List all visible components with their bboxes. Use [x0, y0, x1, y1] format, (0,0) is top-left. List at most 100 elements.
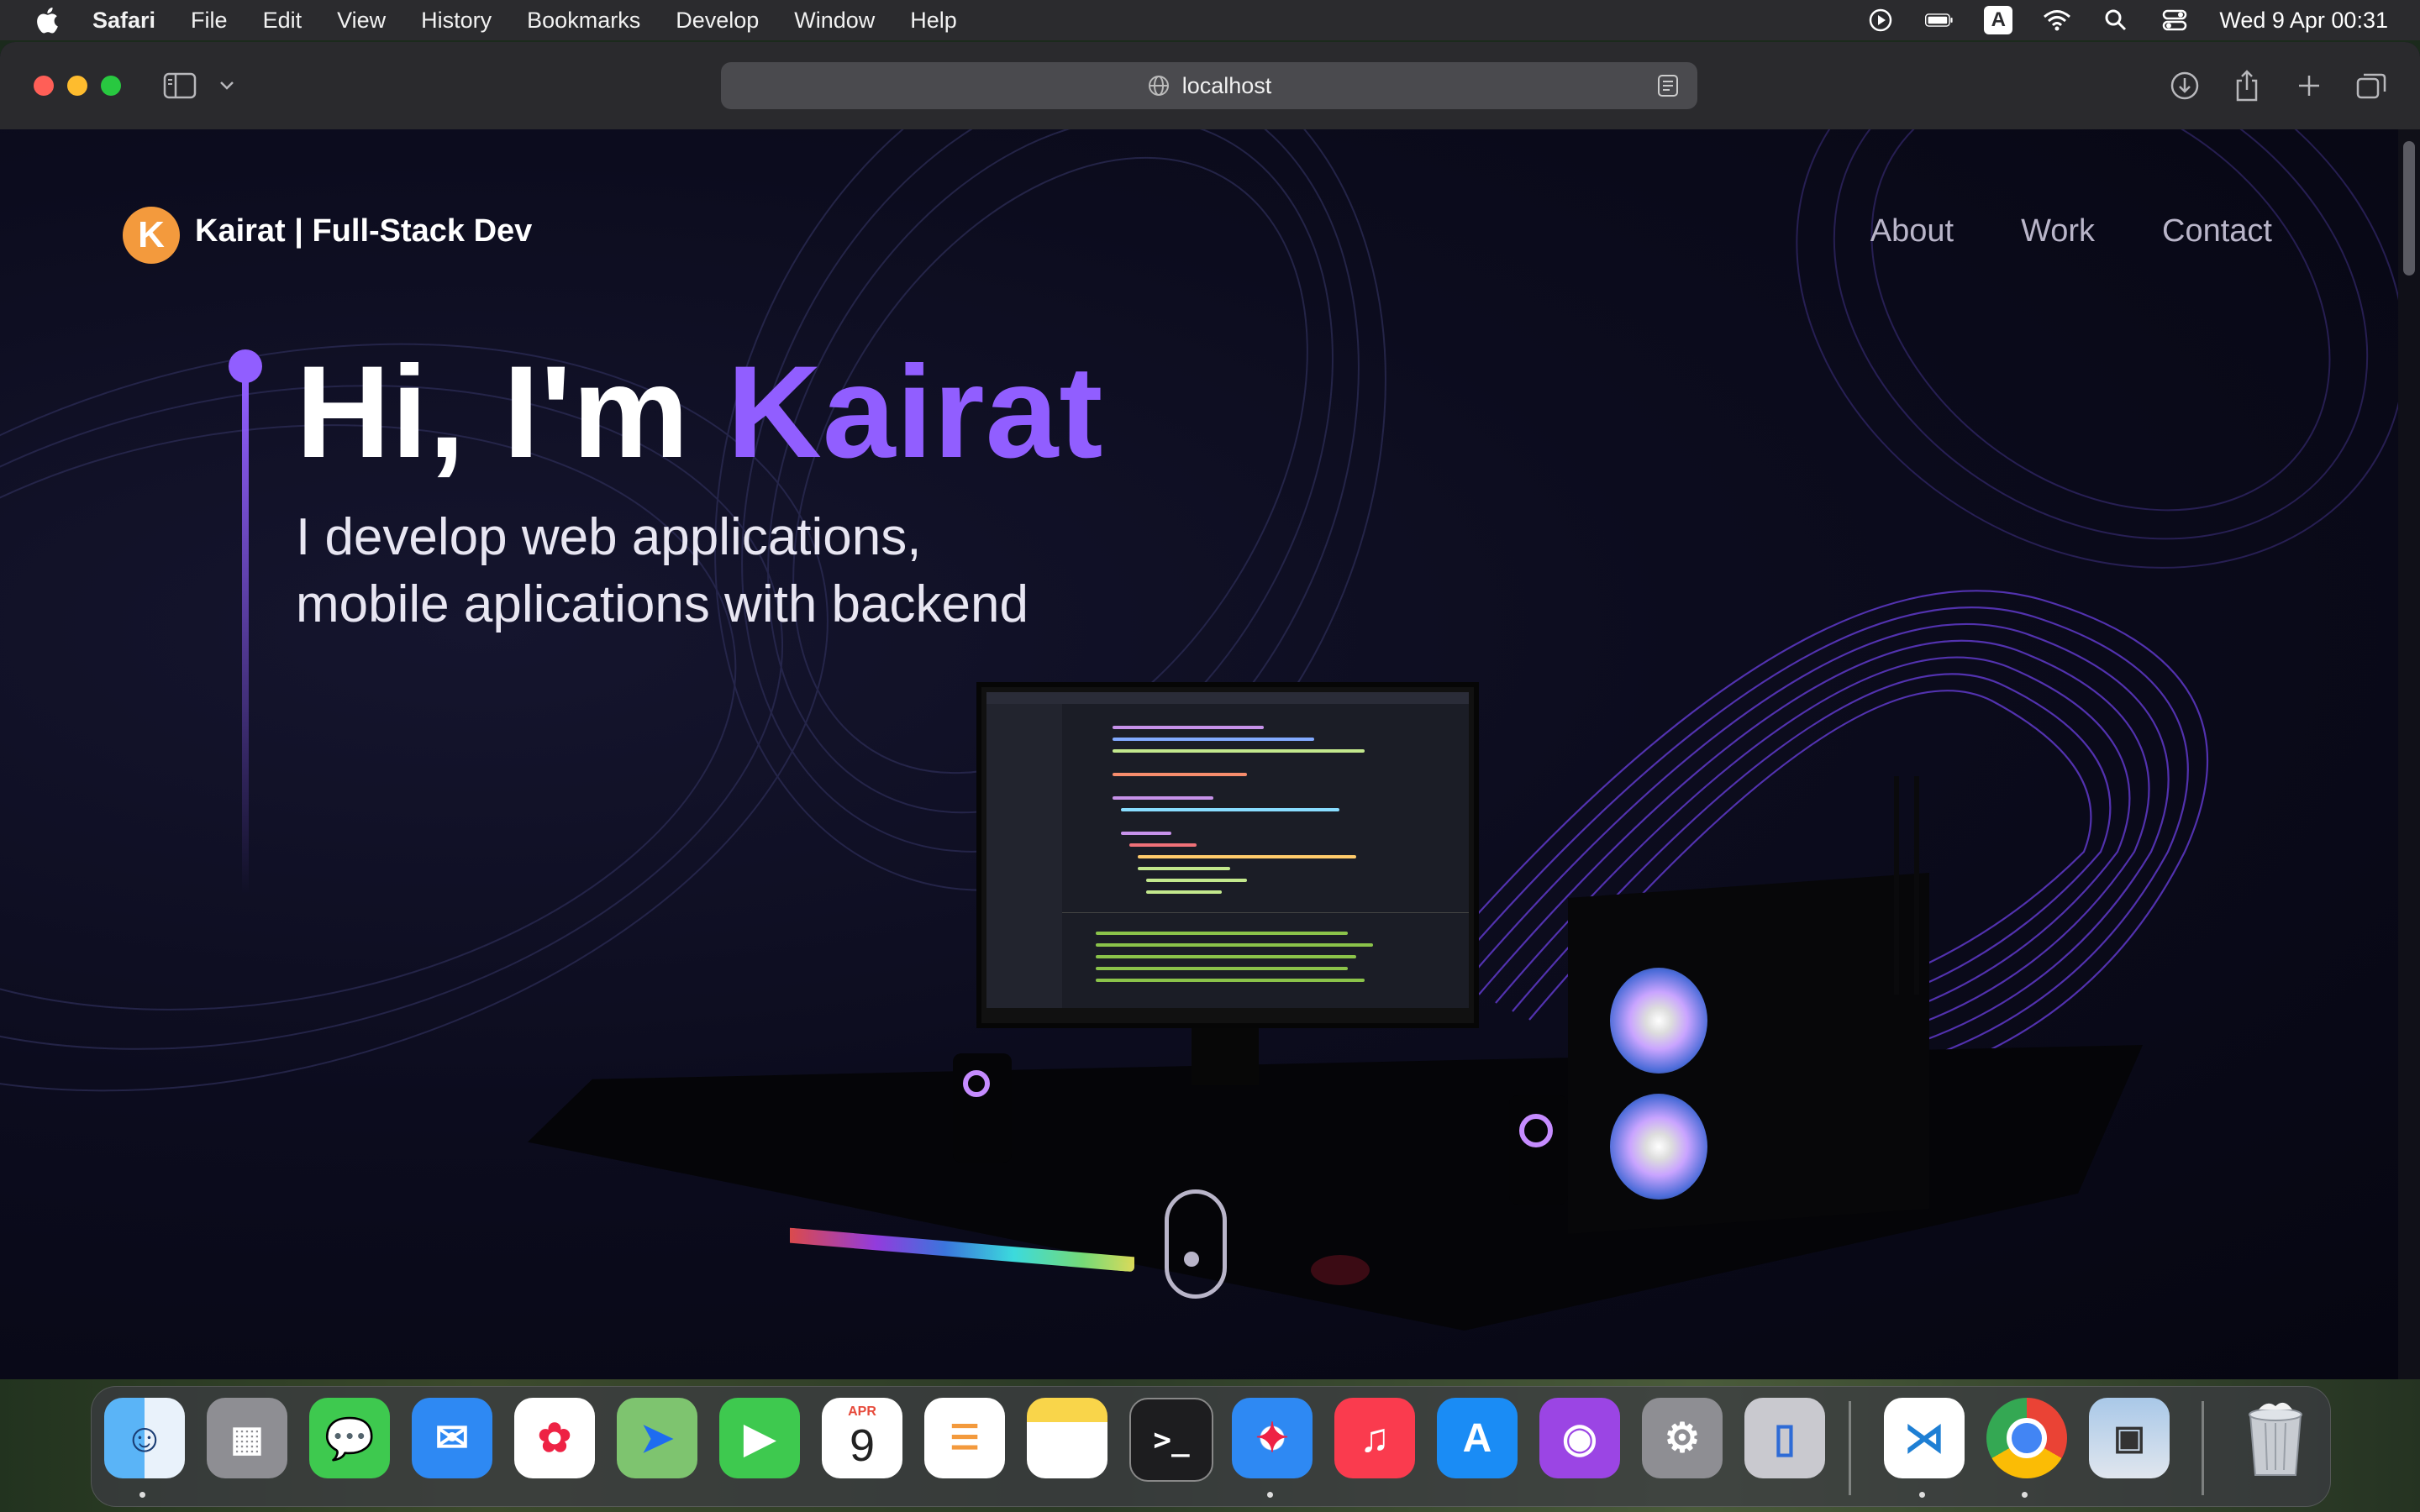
nav-about[interactable]: About	[1870, 213, 1954, 249]
page-scrollbar[interactable]	[2398, 129, 2420, 1379]
menu-develop[interactable]: Develop	[676, 8, 759, 34]
battery-icon[interactable]	[1925, 8, 1954, 33]
play-circle-icon[interactable]	[1866, 8, 1895, 33]
site-nav: About Work Contact	[1870, 213, 2272, 249]
hero-subtitle: I develop web applications, mobile aplic…	[296, 504, 1028, 638]
dock-trash[interactable]	[2235, 1398, 2316, 1478]
dock-preview[interactable]: ▣	[2089, 1398, 2170, 1478]
left-speaker-model	[953, 1053, 1012, 1163]
dock-podcasts[interactable]: ◉	[1539, 1398, 1620, 1478]
hero-greeting: Hi, I'm	[296, 339, 728, 486]
dock-terminal[interactable]: >_	[1129, 1398, 1213, 1482]
dock-vscode[interactable]: ⋊	[1884, 1398, 1965, 1478]
web-page: K Kairat | Full-Stack Dev About Work Con…	[0, 129, 2398, 1379]
menu-clock[interactable]: Wed 9 Apr 00:31	[2219, 8, 2388, 34]
dock-finder[interactable]: ☺	[104, 1398, 185, 1478]
dock-music[interactable]: ♫	[1334, 1398, 1415, 1478]
wifi-antenna	[1894, 776, 1899, 995]
app-store-icon: A	[1462, 1415, 1492, 1461]
tab-overview-icon[interactable]	[2353, 67, 2390, 104]
monitor-stand	[1192, 1018, 1259, 1085]
photos-icon: ✿	[537, 1416, 572, 1461]
spotlight-search-icon[interactable]	[2102, 8, 2130, 33]
minimize-window-button[interactable]	[67, 76, 87, 96]
hero-accent-dot	[229, 349, 262, 383]
mouse-model	[1311, 1255, 1370, 1285]
finder-icon: ☺	[124, 1415, 166, 1461]
dock-calendar[interactable]: APR 9	[822, 1398, 902, 1478]
chrome-icon	[2007, 1418, 2047, 1458]
dock-reminders[interactable]: ☰	[924, 1398, 1005, 1478]
control-center-icon[interactable]	[2160, 8, 2189, 33]
dock-launchpad[interactable]: ▦	[207, 1398, 287, 1478]
menu-app-name[interactable]: Safari	[92, 8, 155, 34]
dock-running-indicator	[2022, 1492, 2028, 1498]
menu-help[interactable]: Help	[910, 8, 957, 34]
menu-bookmarks[interactable]: Bookmarks	[527, 8, 640, 34]
dock-iphone-mirroring[interactable]: ▯	[1744, 1398, 1825, 1478]
browser-toolbar: localhost	[0, 42, 2420, 130]
trash-icon	[2249, 1402, 2302, 1476]
dock-maps[interactable]: ➤	[617, 1398, 697, 1478]
dock-app-store[interactable]: A	[1437, 1398, 1518, 1478]
address-bar[interactable]: localhost	[721, 62, 1697, 109]
preview-icon: ▣	[2113, 1420, 2145, 1457]
apple-menu-icon[interactable]	[34, 5, 64, 35]
dock-system-settings[interactable]: ⚙	[1642, 1398, 1723, 1478]
scroll-indicator-dot	[1184, 1252, 1199, 1267]
vscode-icon: ⋊	[1904, 1416, 1944, 1461]
terminal-icon: >_	[1153, 1422, 1190, 1457]
sidebar-icon[interactable]	[161, 67, 198, 104]
logo-letter: K	[138, 214, 165, 255]
new-tab-icon[interactable]	[2291, 67, 2328, 104]
dock-running-indicator	[1267, 1492, 1273, 1498]
site-brand[interactable]: Kairat | Full-Stack Dev	[195, 213, 532, 249]
menu-edit[interactable]: Edit	[263, 8, 302, 34]
hero-subtitle-line-2: mobile aplications with backend	[296, 575, 1028, 633]
share-icon[interactable]	[2228, 67, 2265, 104]
dock-running-indicator	[139, 1492, 145, 1498]
address-bar-url: localhost	[1181, 72, 1272, 98]
dock-safari[interactable]: ✦	[1232, 1398, 1313, 1478]
facetime-icon: ▶	[744, 1416, 776, 1461]
dock-photos[interactable]: ✿	[514, 1398, 595, 1478]
hero-accent-line	[242, 381, 249, 894]
close-window-button[interactable]	[34, 76, 54, 96]
left-speaker-light	[963, 1070, 990, 1097]
dock-running-indicator	[1919, 1492, 1925, 1498]
scroll-down-indicator[interactable]	[1165, 1189, 1227, 1299]
dock-separator	[2202, 1401, 2204, 1495]
right-speaker-model	[1509, 1095, 1568, 1205]
dock-chrome[interactable]	[1986, 1398, 2067, 1478]
dock-facetime[interactable]: ▶	[719, 1398, 800, 1478]
menu-view[interactable]: View	[337, 8, 386, 34]
wifi-icon[interactable]	[2043, 8, 2071, 33]
podcasts-icon: ◉	[1562, 1416, 1597, 1461]
reader-icon[interactable]	[1657, 74, 1679, 103]
download-icon[interactable]	[2166, 67, 2203, 104]
music-note-icon: ♫	[1360, 1415, 1390, 1461]
page-scrollbar-thumb[interactable]	[2403, 141, 2415, 276]
gear-icon: ⚙	[1664, 1416, 1701, 1461]
hero-subtitle-line-1: I develop web applications,	[296, 508, 922, 566]
menu-file[interactable]: File	[191, 8, 228, 34]
menu-history[interactable]: History	[421, 8, 492, 34]
messages-icon: 💬	[324, 1416, 375, 1462]
dock-separator	[1849, 1401, 1851, 1495]
site-logo[interactable]: K	[123, 207, 180, 264]
iphone-icon: ▯	[1773, 1416, 1797, 1461]
nav-contact[interactable]: Contact	[2162, 213, 2272, 249]
zoom-window-button[interactable]	[101, 76, 121, 96]
launchpad-icon: ▦	[230, 1418, 264, 1458]
pc-fan-bottom	[1610, 1094, 1707, 1200]
nav-work[interactable]: Work	[2021, 213, 2095, 249]
mail-icon: ✉	[434, 1416, 470, 1461]
dock-messages[interactable]: 💬	[309, 1398, 390, 1478]
chevron-down-icon[interactable]	[208, 67, 245, 104]
dock-mail[interactable]: ✉	[412, 1398, 492, 1478]
input-source-icon[interactable]: A	[1984, 6, 2013, 34]
dock-notes[interactable]	[1027, 1398, 1107, 1478]
reminders-icon: ☰	[950, 1420, 980, 1457]
calendar-day: 9	[849, 1420, 876, 1471]
menu-window[interactable]: Window	[794, 8, 875, 34]
